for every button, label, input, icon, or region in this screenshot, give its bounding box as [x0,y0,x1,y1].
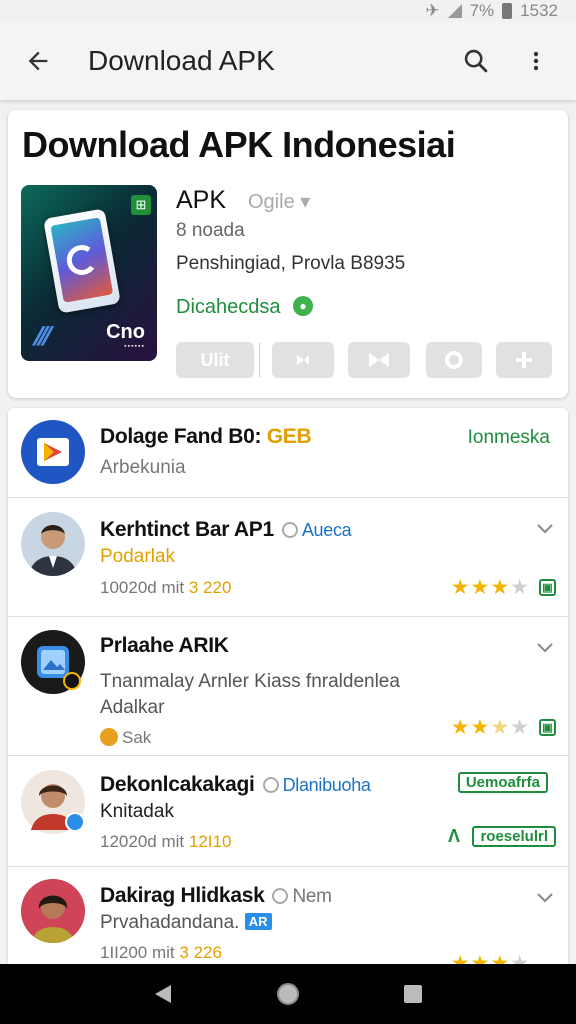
install-button[interactable]: roeselulrl [472,826,556,847]
list-item-title: Dekonlcakakagi Dlanibuoha [100,773,371,796]
search-icon [464,49,488,73]
store-badge-icon: ⊞ [131,195,151,215]
text-action-button[interactable]: Ulit [176,342,254,378]
list-item-meta: 10020d mit 3 220 [100,578,232,597]
verified-badge-icon [65,812,85,832]
app-size: 8 noada [176,220,245,241]
battery-icon [502,3,513,19]
bowtie-icon [369,353,389,367]
icon-brand-sub: ▪▪▪▪▪▪ [124,343,145,350]
notification-icon: ✈ [425,1,440,20]
verified-icon [281,522,298,539]
rating-stars: ★★★★ [450,576,530,599]
bowtie-button[interactable] [348,342,410,378]
system-nav-bar [0,964,576,1024]
phone-illustration [43,208,121,314]
list-item-subtitle-2: Adalkar [100,697,165,718]
overflow-menu-button[interactable] [514,39,558,83]
nav-back-button[interactable] [143,974,183,1014]
battery-level: 7% [469,1,495,20]
back-button[interactable] [18,41,58,81]
chevron-down-icon [537,893,553,903]
developer-dropdown[interactable]: Ogile ▾ [248,189,310,214]
clock-button[interactable] [426,342,482,378]
more-vertical-icon [533,51,539,71]
install-icon[interactable]: ▣ [539,719,556,736]
ar-chip: AR [244,913,272,930]
page-title: Download APK [88,45,275,76]
list-item-meta: 12020d mit 12I10 [100,832,232,851]
title-badge: GEB [266,425,312,448]
clock-icon [445,351,463,369]
action-bar: Ulit [176,342,552,378]
expand-button[interactable] [534,637,556,659]
list-item[interactable]: Dakirag Hlidkask Nem Prvahadandana. AR 1I… [8,867,568,968]
list-item[interactable]: Dekonlcakakagi Dlanibuoha Knitadak 12020d… [8,756,568,867]
featured-heading: Download APK Indonesiai [22,124,456,165]
swap-button[interactable] [272,342,334,378]
app-list: Dolage Fand B0: GEB Arbekunia Ionmeska K… [8,408,568,968]
triangle-back-icon [154,985,171,1003]
search-button[interactable] [454,39,498,83]
list-item-subtitle: Knitadak [100,801,174,822]
chevron-down-icon [537,643,553,653]
list-item-subtitle: Prvahadandana. AR [100,912,272,934]
list-item-title: Dolage Fand B0: GEB [100,425,312,448]
featured-app-card[interactable]: Download APK Indonesiai ⊞ /// Cno ▪▪▪▪▪▪… [8,110,568,398]
list-item-meta: 1II200 mit 3 226 [100,943,222,962]
divider [259,343,260,377]
expand-button[interactable] [534,887,556,909]
app-publisher: Penshingiad, Provla B8935 [176,253,406,274]
verified-icon [262,777,279,794]
chevron-down-icon [537,524,553,534]
list-item-subtitle: Arbekunia [100,457,186,478]
text-action-label: Ulit [200,349,230,370]
square-recents-icon [404,985,423,1003]
list-item-subtitle: Tnanmalay Arnler Kiass fnraldenlea [100,671,400,692]
list-item-subtitle: Podarlak [100,546,175,567]
list-item-tag: Aueca [301,520,352,540]
nav-recents-button[interactable] [393,974,433,1014]
plus-icon [516,352,532,368]
avatar [21,512,85,576]
list-item-title: Kerhtinct Bar AP1 Aueca [100,518,352,541]
app-name: APK [176,186,227,214]
wave-logo-icon: /// [29,321,54,351]
expand-button[interactable] [534,518,556,540]
add-button[interactable] [496,342,552,378]
image-app-icon [21,630,85,694]
app-bar: Download APK [0,22,576,100]
avatar [21,879,85,943]
list-item-status: Ionmeska [467,427,550,448]
play-store-icon [21,420,85,484]
status-badge: Uemoafrfa [457,772,548,793]
list-item-title: Prlaahe ARIK [100,634,229,657]
icon-brand: Cno [106,321,145,343]
install-icon[interactable]: ▣ [539,579,556,596]
badge-icon [63,672,81,690]
list-item[interactable]: Kerhtinct Bar AP1 Aueca Podarlak 10020d m… [8,498,568,617]
app-icon[interactable]: ⊞ /// Cno ▪▪▪▪▪▪ [21,185,157,361]
list-item[interactable]: Prlaahe ARIK Tnanmalay Arnler Kiass fnra… [8,617,568,756]
update-icon: Λ [448,826,461,846]
rating-stars: ★★★★ [450,716,530,739]
signal-icon [447,4,462,18]
clock: 1532 [520,1,558,20]
verified-icon [272,888,289,905]
status-bar: ✈ 7% 1532 [0,0,576,22]
list-item-meta: Sak [100,728,151,748]
coin-icon [100,728,118,746]
list-item-title: Dakirag Hlidkask Nem [100,884,332,907]
status-ok-icon: ● [293,296,313,316]
list-item[interactable]: Dolage Fand B0: GEB Arbekunia Ionmeska [8,408,568,498]
arrow-left-icon [28,51,48,71]
list-item-tag: Dlanibuoha [282,775,371,795]
swap-icon [297,355,309,365]
list-item-tag: Nem [292,886,332,907]
avatar [21,770,85,834]
nav-home-button[interactable] [268,974,308,1014]
download-status: Dicahecdsa [176,296,281,318]
circle-home-icon [276,983,299,1005]
